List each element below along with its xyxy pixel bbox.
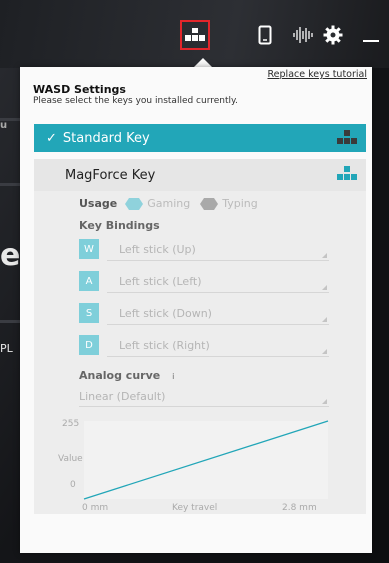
- dropdown-arrow-icon: [322, 253, 327, 258]
- analog-curve-select[interactable]: Linear (Default): [79, 387, 329, 407]
- sound-wave-icon[interactable]: [288, 20, 318, 50]
- magforce-key-option[interactable]: MagForce Key: [34, 159, 366, 191]
- key-badge-w: W: [79, 239, 99, 259]
- key-badge-a: A: [79, 271, 99, 291]
- key-binding-row-w: W Left stick (Up): [79, 239, 329, 261]
- key-binding-row-a: A Left stick (Left): [79, 271, 329, 293]
- binding-value-a: Left stick (Left): [119, 275, 202, 288]
- key-bindings-label: Key Bindings: [79, 219, 160, 232]
- typing-option[interactable]: Typing: [222, 197, 258, 210]
- device-icon[interactable]: [250, 20, 280, 50]
- binding-value-d: Left stick (Right): [119, 339, 210, 352]
- y-axis-label: Value: [58, 454, 83, 464]
- dropdown-arrow-icon: [322, 317, 327, 322]
- binding-select-a[interactable]: Left stick (Left): [107, 271, 329, 293]
- binding-select-s[interactable]: Left stick (Down): [107, 303, 329, 325]
- y-tick-min: 0: [70, 480, 76, 490]
- curve-plot: [83, 420, 329, 500]
- keyboard-layout-icon[interactable]: [180, 20, 210, 50]
- usage-label: Usage: [79, 197, 118, 210]
- standard-key-option[interactable]: ✓ Standard Key: [34, 124, 366, 152]
- checkmark-icon: ✓: [46, 130, 57, 146]
- standard-keys-icon: [336, 129, 358, 151]
- usage-row: Usage Gaming Typing: [79, 197, 264, 210]
- x-axis-label: Key travel: [172, 503, 218, 513]
- replace-keys-tutorial-link[interactable]: Replace keys tutorial: [268, 69, 368, 80]
- magforce-keys-icon: [336, 165, 358, 187]
- binding-value-s: Left stick (Down): [119, 307, 212, 320]
- dropdown-arrow-icon: [322, 399, 327, 404]
- x-tick-min: 0 mm: [82, 503, 109, 513]
- wasd-settings-panel: Replace keys tutorial WASD Settings Plea…: [20, 67, 372, 553]
- standard-key-label: Standard Key: [62, 130, 150, 146]
- background-heading: e: [0, 238, 21, 273]
- key-badge-d: D: [79, 335, 99, 355]
- binding-value-w: Left stick (Up): [119, 243, 196, 256]
- key-binding-row-d: D Left stick (Right): [79, 335, 329, 357]
- magforce-settings: Usage Gaming Typing Key Bindings W Left …: [34, 191, 366, 514]
- gaming-radio-icon[interactable]: [125, 197, 144, 210]
- minimize-icon[interactable]: [356, 20, 386, 50]
- analog-curve-label: Analog curve i: [79, 369, 174, 382]
- x-tick-max: 2.8 mm: [282, 503, 317, 513]
- typing-radio-icon[interactable]: [200, 197, 219, 210]
- y-tick-max: 255: [62, 419, 80, 429]
- key-badge-s: S: [79, 303, 99, 323]
- dropdown-arrow-icon: [322, 285, 327, 290]
- background-text: u: [0, 120, 8, 131]
- info-icon[interactable]: i: [172, 372, 174, 381]
- dropdown-arrow-icon: [322, 349, 327, 354]
- key-binding-row-s: S Left stick (Down): [79, 303, 329, 325]
- gear-icon[interactable]: [318, 20, 348, 50]
- background-text: PL: [0, 342, 13, 355]
- panel-title: WASD Settings: [33, 83, 126, 96]
- panel-subtitle: Please select the keys you installed cur…: [33, 96, 238, 106]
- analog-curve-value: Linear (Default): [79, 390, 166, 403]
- gaming-option[interactable]: Gaming: [147, 197, 190, 210]
- magforce-key-label: MagForce Key: [65, 167, 156, 183]
- binding-select-w[interactable]: Left stick (Up): [107, 239, 329, 261]
- binding-select-d[interactable]: Left stick (Right): [107, 335, 329, 357]
- analog-curve-chart: 255 Value 0 0 mm Key travel 2.8 mm: [34, 417, 366, 513]
- analog-curve-text: Analog curve: [79, 369, 161, 382]
